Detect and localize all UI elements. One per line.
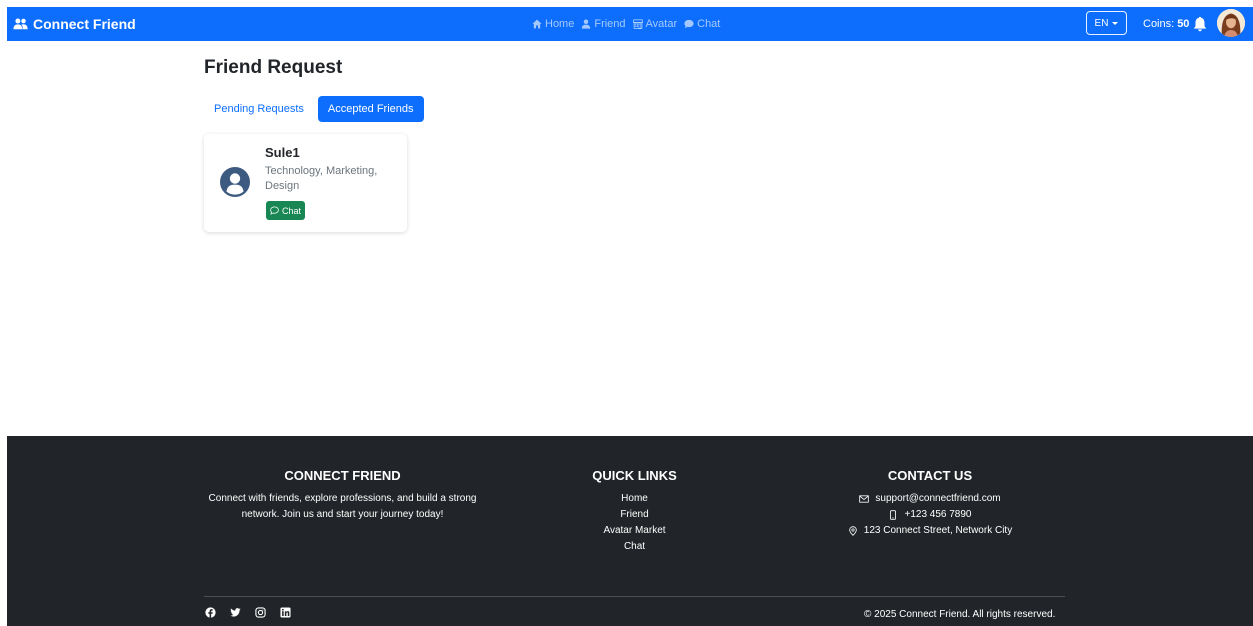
- instagram-icon[interactable]: [255, 607, 266, 618]
- contact-address-text: 123 Connect Street, Network City: [863, 525, 1013, 536]
- chat-button-label: Chat: [282, 205, 302, 216]
- tab-pending-requests[interactable]: Pending Requests: [204, 96, 314, 122]
- contact-email: support@connectfriend.com: [819, 491, 1041, 507]
- footer-quick-links: QUICK LINKS Home Friend Avatar Market Ch…: [557, 468, 712, 555]
- top-navbar: Connect Friend Home Friend Avatar Chat E…: [7, 7, 1253, 41]
- linkedin-icon[interactable]: [280, 607, 291, 618]
- footer-divider: [204, 596, 1065, 597]
- footer-about: CONNECT FRIEND Connect with friends, exp…: [207, 468, 478, 523]
- coins-label: Coins:: [1143, 18, 1175, 30]
- footer-link-avatar-market[interactable]: Avatar Market: [557, 523, 712, 539]
- bell-icon[interactable]: [1193, 16, 1207, 32]
- footer-link-friend[interactable]: Friend: [557, 507, 712, 523]
- home-icon: [532, 19, 542, 29]
- language-dropdown[interactable]: EN: [1086, 11, 1127, 35]
- profile-picture: [1217, 9, 1245, 37]
- social-links: [205, 607, 291, 618]
- footer-link-chat[interactable]: Chat: [557, 539, 712, 555]
- friend-name: Sule1: [265, 145, 300, 160]
- envelope-icon: [859, 495, 870, 503]
- nav-friend-label: Friend: [594, 18, 626, 30]
- footer-contact: CONTACT US support@connectfriend.com +12…: [819, 468, 1041, 539]
- nav-chat-label: Chat: [697, 18, 721, 30]
- brand-logo[interactable]: Connect Friend: [13, 7, 136, 41]
- contact-email-text[interactable]: support@connectfriend.com: [875, 491, 1000, 507]
- language-label: EN: [1094, 17, 1109, 29]
- chat-button[interactable]: Chat: [266, 201, 306, 220]
- twitter-icon[interactable]: [230, 607, 241, 618]
- nav-friend[interactable]: Friend: [581, 18, 626, 30]
- friend-tabs: Pending Requests Accepted Friends: [204, 96, 424, 122]
- user-avatar[interactable]: [1217, 9, 1245, 37]
- user-icon: [582, 19, 591, 29]
- user-circle-icon: [220, 167, 250, 197]
- copyright-text: © 2025 Connect Friend. All rights reserv…: [864, 609, 1056, 620]
- users-icon: [13, 18, 28, 30]
- location-pin-icon: [849, 526, 857, 536]
- footer-about-heading: CONNECT FRIEND: [284, 468, 401, 483]
- contact-phone-text[interactable]: +123 456 7890: [904, 507, 971, 523]
- footer-contact-heading: CONTACT US: [887, 468, 973, 483]
- page-title: Friend Request: [204, 57, 343, 78]
- chat-bubble-icon: [270, 206, 279, 215]
- nav-links: Home Friend Avatar Chat: [532, 7, 720, 41]
- phone-icon: [890, 510, 897, 520]
- contact-address: 123 Connect Street, Network City: [819, 523, 1041, 539]
- friend-interests: Technology, Marketing, Design: [265, 165, 378, 192]
- nav-avatar-label: Avatar: [645, 18, 678, 30]
- footer-link-home[interactable]: Home: [557, 491, 712, 507]
- nav-avatar[interactable]: Avatar: [632, 18, 678, 30]
- footer: CONNECT FRIEND Connect with friends, exp…: [7, 436, 1253, 626]
- nav-home-label: Home: [545, 18, 575, 30]
- nav-chat[interactable]: Chat: [684, 18, 720, 30]
- facebook-icon[interactable]: [205, 607, 216, 618]
- coins-display: Coins: 50: [1143, 7, 1189, 41]
- friend-card: Sule1 Technology, Marketing, Design Chat: [204, 134, 407, 232]
- chat-icon: [684, 19, 694, 29]
- chevron-down-icon: [1112, 21, 1119, 25]
- footer-quick-links-heading: QUICK LINKS: [592, 468, 677, 483]
- tab-accepted-friends[interactable]: Accepted Friends: [317, 96, 424, 122]
- coins-value: 50: [1177, 18, 1190, 30]
- footer-about-text: Connect with friends, explore profession…: [208, 493, 477, 520]
- nav-home[interactable]: Home: [532, 18, 574, 30]
- store-icon: [632, 19, 643, 29]
- brand-name: Connect Friend: [33, 16, 136, 32]
- contact-phone: +123 456 7890: [819, 507, 1041, 523]
